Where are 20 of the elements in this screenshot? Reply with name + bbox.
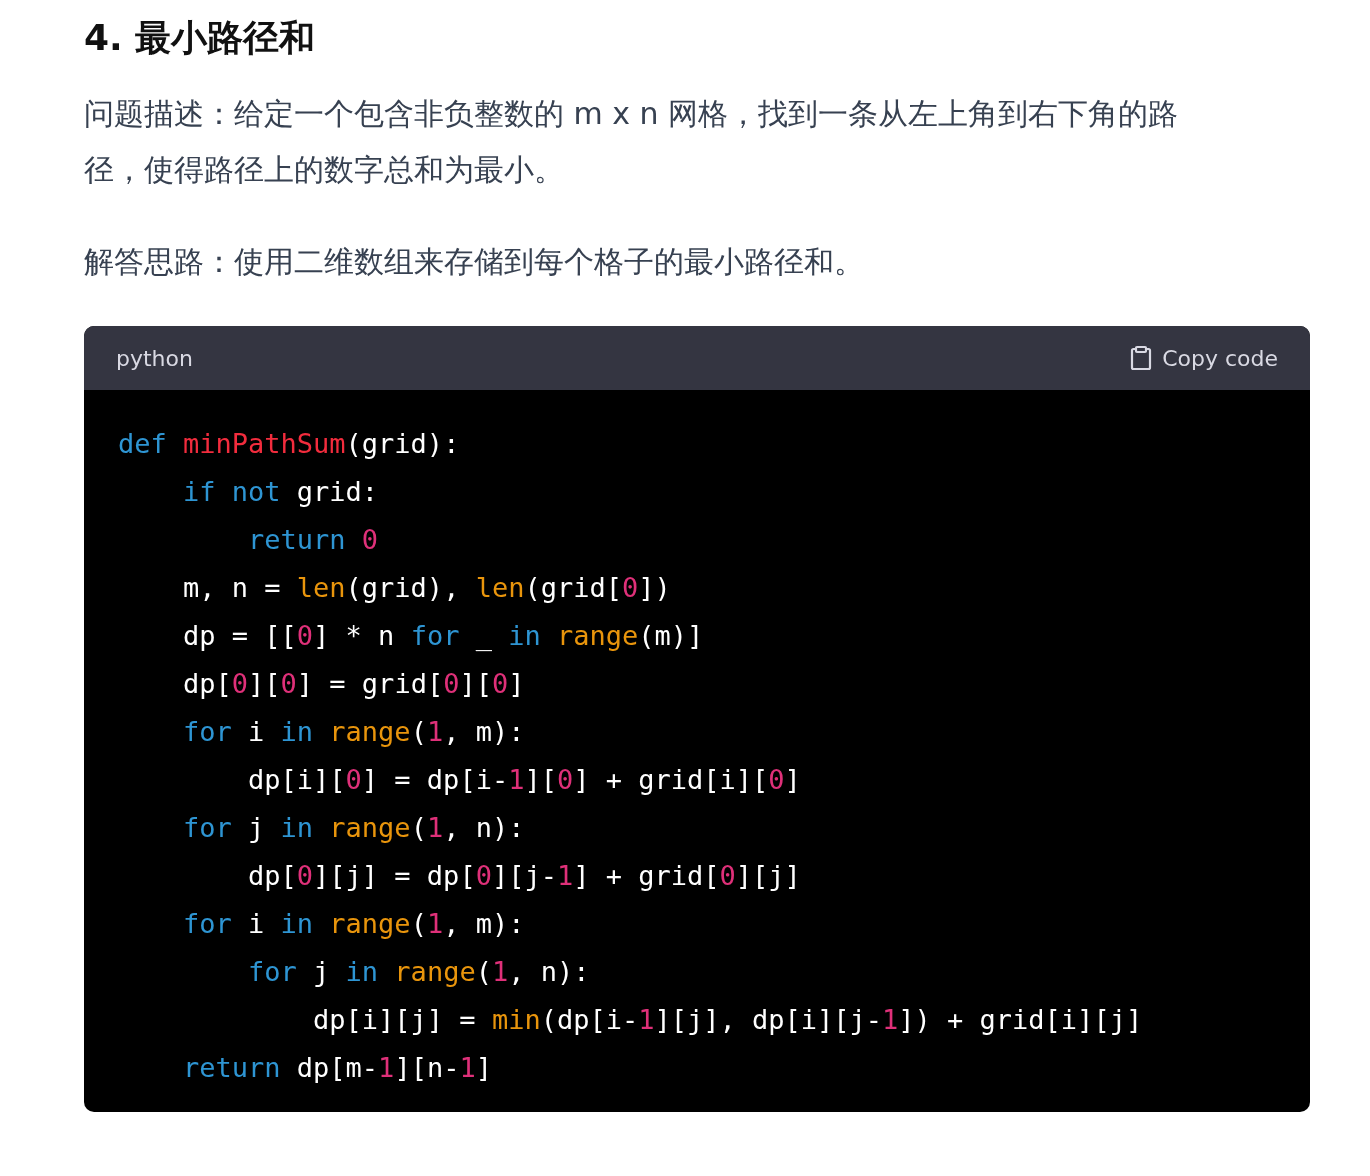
code-line: for j in range(1, n): [247,955,591,989]
code-line: for i in range(1, m): [182,715,526,749]
code-line: def minPathSum(grid): [118,427,461,461]
section-heading: 4. 最小路径和 [84,16,317,60]
code-line: dp[0][j] = dp[0][j-1] + grid[0][j] [247,859,802,893]
copy-code-button[interactable]: Copy code [1130,345,1278,371]
code-line: dp[0][0] = grid[0][0] [182,667,526,701]
code-line: m, n = len(grid), len(grid[0]) [182,571,672,605]
code-line: for j in range(1, n): [182,811,526,845]
code-line: dp = [[0] * n for _ in range(m)] [182,619,705,653]
language-label: python [116,345,193,371]
code-line: dp[i][j] = min(dp[i-1][j], dp[i][j-1]) + grid[i][j] [312,1003,1144,1037]
clipboard-icon [1130,345,1153,371]
code-line: for i in range(1, m): [182,907,526,941]
code-line: return 0 [247,523,380,557]
code-line: dp[i][0] = dp[i-1][0] + grid[i][0] [247,763,802,797]
paragraph: 解答思路：使用二维数组来存储到每个格子的最小路径和。 [84,243,865,281]
code-line: if not grid: [182,475,380,509]
paragraph: 问题描述：给定一个包含非负整数的 m x n 网格，找到一条从左上角到右下角的路径，使得路径上的数字总和为最小。 [84,95,1180,189]
code-line: return dp[m-1][n-1] [182,1051,493,1085]
